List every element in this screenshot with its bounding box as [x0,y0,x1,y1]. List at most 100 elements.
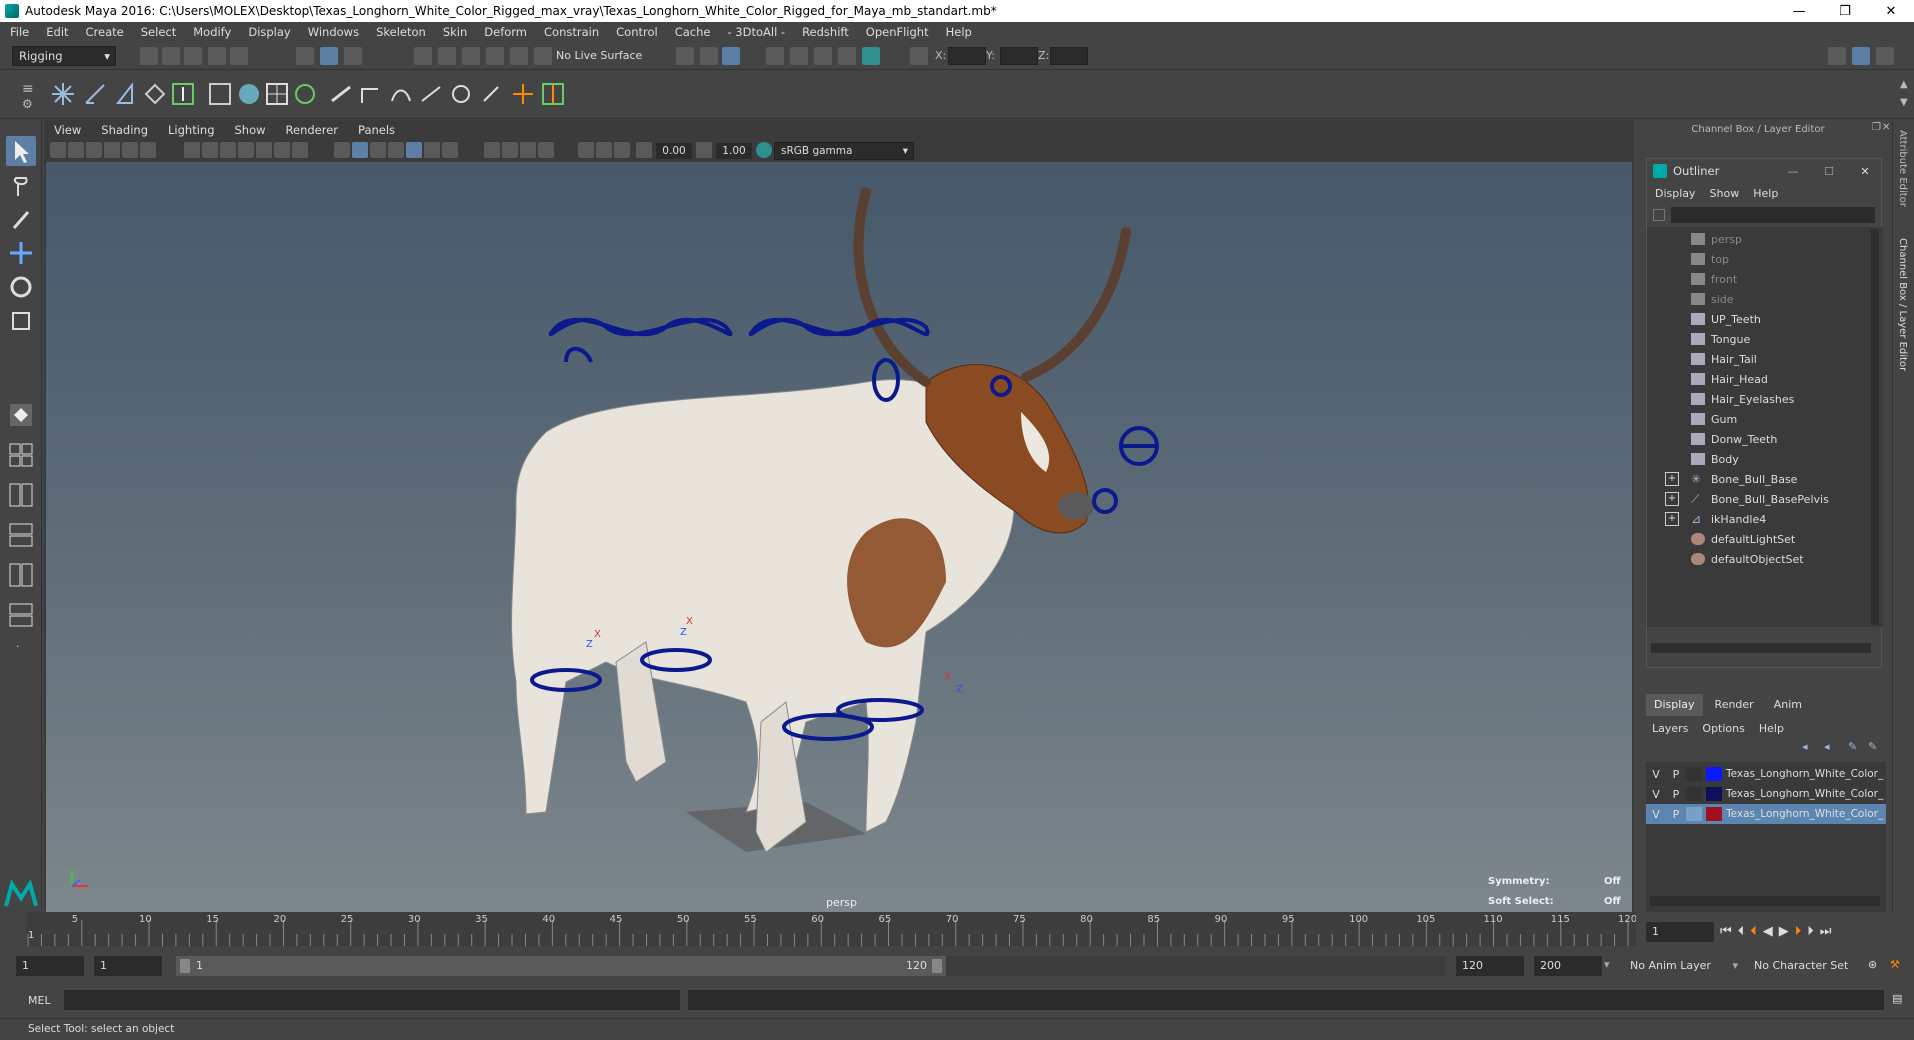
expand-icon[interactable]: + [1665,472,1679,486]
go-to-start-icon[interactable]: ⏮ [1720,924,1732,939]
layer-row-2[interactable]: V P Texas_Longhorn_White_Color_ [1646,784,1886,804]
menu-redshift[interactable]: Redshift [802,25,849,39]
menu-skeleton[interactable]: Skeleton [376,25,426,39]
layer-visibility-toggle[interactable]: V [1646,768,1666,781]
outliner-maximize-icon[interactable]: ☐ [1811,165,1847,178]
outliner-search-input[interactable] [1671,207,1875,223]
z-field[interactable] [1050,47,1088,65]
ik-spline-icon[interactable] [110,79,140,109]
render-current-icon[interactable] [790,47,808,65]
menuset-dropdown[interactable]: Rigging ▾ [12,46,116,66]
two-d-pan-icon[interactable] [122,142,138,158]
layer-color-swatch[interactable] [1706,787,1722,801]
layer-row-1[interactable]: V P Texas_Longhorn_White_Color_ [1646,764,1886,784]
play-backward-icon[interactable]: ◀ [1763,924,1773,939]
script-editor-icon[interactable]: ▤ [1892,992,1902,1005]
select-by-hierarchy-icon[interactable] [296,47,314,65]
bind-skin-icon[interactable] [205,79,235,109]
outliner-item-tongue[interactable]: Tongue [1647,329,1857,349]
new-layer-selected-icon[interactable]: ✎ [1868,740,1877,753]
layer-menu-help[interactable]: Help [1759,722,1784,735]
vp-menu-panels[interactable]: Panels [358,123,395,137]
point-constraint-icon[interactable] [356,79,386,109]
menu-constrain[interactable]: Constrain [544,25,599,39]
open-scene-icon[interactable] [162,47,180,65]
time-slider[interactable]: 5 10 15 20 25 30 35 40 45 50 55 60 65 70 75 80 85 90 95 100… [0,912,1914,948]
film-gate-icon[interactable] [202,142,218,158]
paint-weights-icon[interactable] [326,79,356,109]
shelf-scroll-down-icon[interactable]: ▼ [1900,97,1908,108]
persp-outliner-layout-icon[interactable] [6,480,36,510]
go-to-end-icon[interactable]: ⏭ [1820,924,1832,939]
paint-select-icon[interactable] [6,204,36,234]
move-tool-icon[interactable] [6,238,36,268]
anti-aliasing-icon[interactable] [502,142,518,158]
perspective-viewport[interactable]: X Z X Z X Z persp Symmetry: Off Soft Sel… [46,162,1632,912]
x-field[interactable] [948,47,986,65]
motion-blur-icon[interactable] [484,142,500,158]
select-tool-icon[interactable] [6,136,36,166]
menu-file[interactable]: File [10,25,29,39]
layer-playback-toggle[interactable]: P [1666,788,1686,801]
grease-pencil-icon[interactable] [140,142,156,158]
rotate-tool-icon[interactable] [6,272,36,302]
step-back-key-icon[interactable]: ⏴ [1750,924,1757,939]
attribute-editor-toggle-icon[interactable] [1852,47,1870,65]
anim-layer-dropdown[interactable]: No Anim Layer ▾ [1624,956,1740,976]
layer-menu-options[interactable]: Options [1702,722,1744,735]
scale-constraint-icon[interactable] [446,79,476,109]
playback-start-field[interactable]: 1 [94,956,162,976]
input-ops-icon[interactable] [676,47,694,65]
layer-type-toggle[interactable] [1686,787,1702,801]
shelf-settings-icon[interactable]: ⚙ [22,97,33,111]
vp-menu-view[interactable]: View [54,123,81,137]
outliner-item-gum[interactable]: Gum [1647,409,1857,429]
color-management-icon[interactable] [756,142,772,158]
layer-visibility-toggle[interactable]: V [1646,808,1666,821]
layer-menu-layers[interactable]: Layers [1652,722,1688,735]
outliner-item-up-teeth[interactable]: UP_Teeth [1647,309,1857,329]
outliner-vertical-scrollbar[interactable] [1871,229,1879,625]
animation-preferences-icon[interactable]: ⚒ [1890,958,1900,971]
snap-view-plane-icon[interactable] [486,47,504,65]
menu-deform[interactable]: Deform [484,25,527,39]
smooth-shade-icon[interactable] [352,142,368,158]
menu-openflight[interactable]: OpenFlight [866,25,929,39]
screen-space-ao-icon[interactable] [442,142,458,158]
tab-render[interactable]: Render [1703,694,1766,716]
outliner-item-ikhandle4[interactable]: + ⊿ ikHandle4 [1647,509,1857,529]
play-forward-icon[interactable]: ▶ [1779,924,1789,939]
range-slider-bar[interactable]: 1 120 [176,956,946,976]
time-ruler[interactable]: 5 10 15 20 25 30 35 40 45 50 55 60 65 70 75 80 85 90 95 100… [26,912,1636,946]
layer-visibility-toggle[interactable]: V [1646,788,1666,801]
mel-label[interactable]: MEL [28,994,51,1007]
move-layer-up-icon[interactable]: ◂ [1802,740,1808,753]
gamma-field[interactable]: 1.00 [716,143,752,159]
tab-anim[interactable]: Anim [1766,694,1810,716]
outliner-item-hair-eyelashes[interactable]: Hair_Eyelashes [1647,389,1857,409]
tab-display[interactable]: Display [1646,694,1703,716]
toolbox-more-icon[interactable]: · [16,640,20,653]
layer-color-swatch[interactable] [1706,807,1722,821]
outliner-item-body[interactable]: Body [1647,449,1857,469]
hypershade-icon[interactable] [862,47,880,65]
outliner-item-top[interactable]: top [1647,249,1857,269]
resolution-gate-icon[interactable] [220,142,236,158]
shelf-menu-icon[interactable]: ≡ [22,81,34,97]
current-frame-field[interactable]: 1 [1646,922,1714,942]
outliner-item-side[interactable]: side [1647,289,1857,309]
range-slider-track[interactable] [946,956,1446,976]
close-panel-icon[interactable]: ✕ [1882,122,1890,133]
outliner-close-icon[interactable]: ✕ [1847,165,1883,178]
undo-icon[interactable] [208,47,226,65]
y-field[interactable] [1000,47,1038,65]
menu-help[interactable]: Help [946,25,972,39]
live-surface-label[interactable]: No Live Surface [556,49,642,62]
menu-select[interactable]: Select [141,25,176,39]
safe-title-icon[interactable] [292,142,308,158]
outliner-item-bone-bull-basepelvis[interactable]: + ⟋ Bone_Bull_BasePelvis [1647,489,1857,509]
select-by-object-icon[interactable] [320,47,338,65]
step-back-frame-icon[interactable]: ⏴ [1738,924,1745,939]
orient-joint-icon[interactable] [168,79,198,109]
vp-menu-show[interactable]: Show [235,123,266,137]
